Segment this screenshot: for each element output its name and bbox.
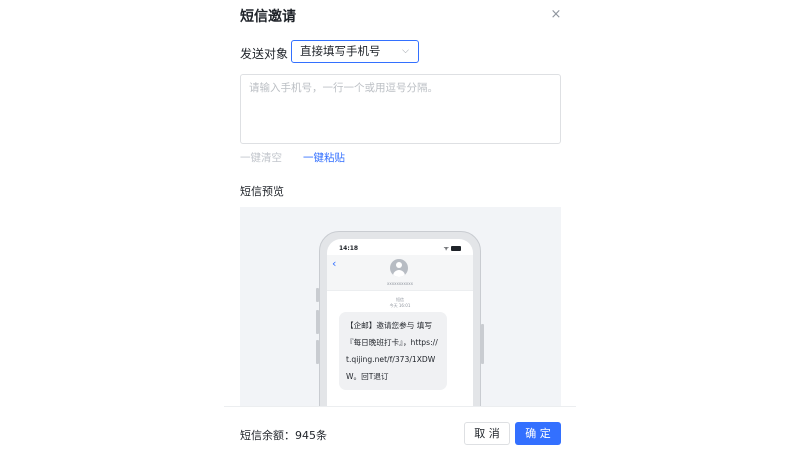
sms-balance: 短信余额：945条 — [240, 429, 327, 442]
phone-side-button — [316, 310, 319, 334]
sms-invite-dialog: 短信邀请 × 发送对象 直接填写手机号 ⌵ 一键清空 一键粘贴 短信预览 14:… — [224, 0, 576, 450]
cancel-button[interactable]: 取 消 — [464, 422, 510, 445]
message-meta: 短信 今天 16:01 — [327, 297, 473, 309]
dialog-footer: 短信余额：945条 取 消 确 定 — [224, 406, 576, 450]
phone-side-button — [316, 340, 319, 364]
battery-icon — [451, 246, 461, 251]
chevron-down-icon: ⌵ — [402, 46, 409, 56]
wifi-icon: ᯤ — [443, 245, 449, 252]
sender-number: xxxxxxxxxxx — [386, 281, 414, 286]
confirm-button[interactable]: 确 定 — [515, 422, 561, 445]
close-icon[interactable]: × — [549, 8, 563, 22]
phone-numbers-input[interactable] — [240, 74, 561, 144]
dialog-title: 短信邀请 — [240, 9, 296, 25]
recipient-label: 发送对象 — [240, 47, 289, 61]
status-icons: ᯤ — [444, 244, 461, 252]
status-time: 14:18 — [339, 245, 359, 252]
clear-all-button[interactable]: 一键清空 — [240, 150, 282, 165]
phone-mockup: 14:18 ᯤ ‹ xxxxxxxxxxx 短信 今天 16:01 【企邮】邀请… — [316, 231, 484, 407]
phone-side-button — [316, 288, 319, 302]
paste-all-button[interactable]: 一键粘贴 — [303, 150, 345, 165]
message-meta-time: 今天 16:01 — [389, 303, 411, 308]
preview-label: 短信预览 — [240, 185, 284, 198]
recipient-select[interactable]: 直接填写手机号 ⌵ — [291, 40, 419, 63]
sms-preview: 14:18 ᯤ ‹ xxxxxxxxxxx 短信 今天 16:01 【企邮】邀请… — [240, 207, 561, 407]
phone-screen: 14:18 ᯤ ‹ xxxxxxxxxxx 短信 今天 16:01 【企邮】邀请… — [327, 239, 473, 407]
phone-side-button — [481, 324, 484, 364]
back-chevron-icon: ‹ — [332, 257, 337, 270]
recipient-select-value: 直接填写手机号 — [300, 44, 381, 58]
message-bubble: 【企邮】邀请您参与 填写『每日晚班打卡』，https://t.qijing.ne… — [339, 312, 447, 390]
contact-avatar — [390, 259, 408, 277]
